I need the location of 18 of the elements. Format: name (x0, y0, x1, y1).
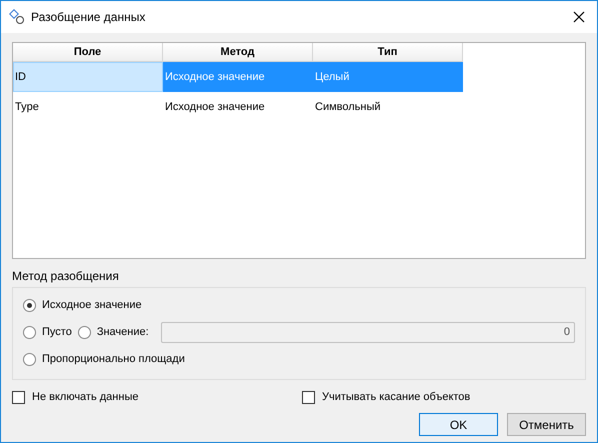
window-title: Разобщение данных (31, 10, 146, 24)
checkbox[interactable]: Учитывать касание объектов (302, 389, 470, 405)
table-cell[interactable]: ID (13, 62, 163, 92)
column-header[interactable]: Метод (163, 43, 313, 61)
table-cell[interactable]: Type (13, 92, 163, 122)
table-cell[interactable]: Исходное значение (163, 92, 313, 122)
checkbox[interactable]: Не включать данные (12, 389, 302, 405)
column-header[interactable]: Тип (313, 43, 463, 61)
dialog-button[interactable]: Отменить (507, 413, 586, 436)
dialog-button[interactable]: OK (419, 413, 498, 436)
radio-button[interactable]: Исходное значение (23, 298, 142, 312)
group-title: Метод разобщения (12, 269, 120, 283)
app-icon (9, 9, 25, 25)
radio-button[interactable]: Пусто (23, 326, 72, 338)
radio-button[interactable]: Значение: (78, 326, 149, 338)
column-header[interactable]: Поле (13, 43, 163, 61)
table-cell[interactable]: Символьный (313, 92, 463, 122)
radio-button[interactable]: Пропорционально площади (23, 352, 185, 366)
